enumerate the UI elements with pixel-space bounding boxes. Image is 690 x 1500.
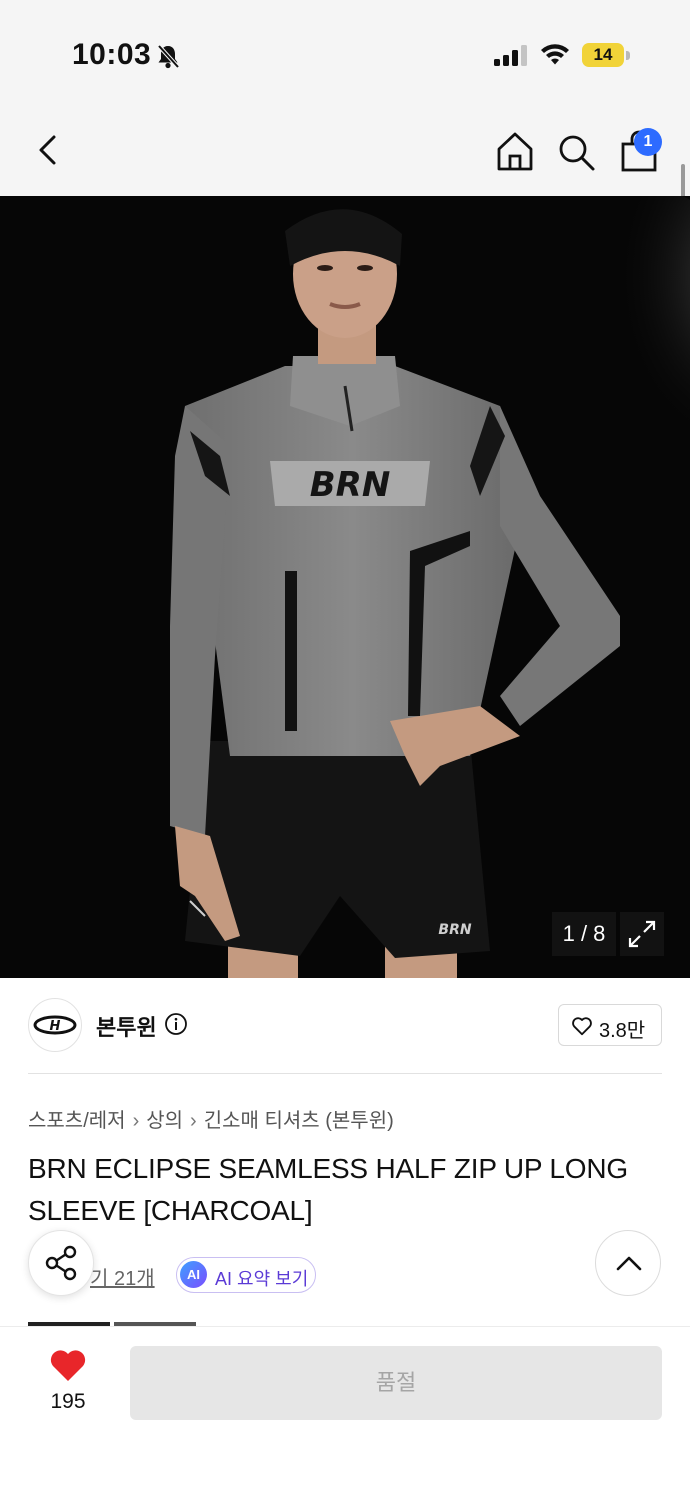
shirt-logo: BRN (310, 465, 391, 505)
bell-slash-icon (157, 44, 180, 69)
expand-icon[interactable] (620, 912, 664, 956)
brand-logo-mark: H (33, 1015, 77, 1035)
shorts-logo: BRN (438, 922, 471, 938)
ai-summary-button[interactable]: AI AI 요약 보기 (176, 1257, 316, 1293)
search-icon[interactable] (556, 132, 596, 172)
info-icon[interactable] (164, 1012, 188, 1036)
breadcrumb-item[interactable]: 긴소매 티셔츠 (본투윈) (204, 1110, 394, 1132)
status-bar: 10:03 14 (0, 0, 690, 100)
cellular-signal-icon (494, 45, 527, 66)
share-icon (45, 1245, 77, 1281)
brand-logo[interactable]: H (28, 998, 82, 1052)
chevron-up-icon (616, 1256, 642, 1271)
brand-name[interactable]: 본투윈 (96, 1010, 157, 1042)
top-navigation-bar (0, 100, 690, 196)
product-image-gallery[interactable]: BRN BRN (0, 196, 690, 978)
home-icon[interactable] (494, 130, 536, 172)
ai-icon: AI (180, 1261, 207, 1288)
chevron-right-icon: › (190, 1110, 197, 1132)
product-photo: BRN BRN (0, 196, 690, 978)
heart-filled-icon[interactable] (48, 1346, 88, 1384)
wifi-icon (541, 44, 569, 65)
image-counter: 1 / 8 (552, 912, 616, 956)
chevron-right-icon: › (132, 1110, 140, 1132)
status-time: 10:03 (72, 38, 152, 71)
review-count-link[interactable]: 기 21개 (90, 1262, 155, 1291)
breadcrumb-item[interactable]: 상의 (146, 1110, 183, 1132)
sold-out-button[interactable]: 품절 (130, 1346, 662, 1420)
back-icon[interactable] (30, 132, 66, 168)
heart-outline-icon (572, 1017, 592, 1036)
cart-count-badge: 1 (634, 128, 662, 156)
product-title: BRN ECLIPSE SEAMLESS HALF ZIP UP LONG SL… (28, 1153, 628, 1226)
wish-count: 195 (50, 1390, 86, 1413)
share-button[interactable] (28, 1230, 94, 1296)
battery-level: 14 (582, 43, 624, 67)
ai-summary-label: AI 요약 보기 (215, 1269, 309, 1289)
scroll-to-top-button[interactable] (595, 1230, 661, 1296)
category-breadcrumb: 스포츠/레저 › 상의 › 긴소매 티셔츠 (본투윈) (28, 1104, 394, 1133)
brand-logo-letter: H (50, 1019, 61, 1034)
divider (28, 1073, 662, 1074)
brand-like-count: 3.8만 (599, 1020, 646, 1042)
breadcrumb-item[interactable]: 스포츠/레저 (28, 1110, 126, 1132)
brand-like-button[interactable]: 3.8만 (558, 1004, 662, 1046)
battery-icon: 14 (582, 43, 630, 67)
